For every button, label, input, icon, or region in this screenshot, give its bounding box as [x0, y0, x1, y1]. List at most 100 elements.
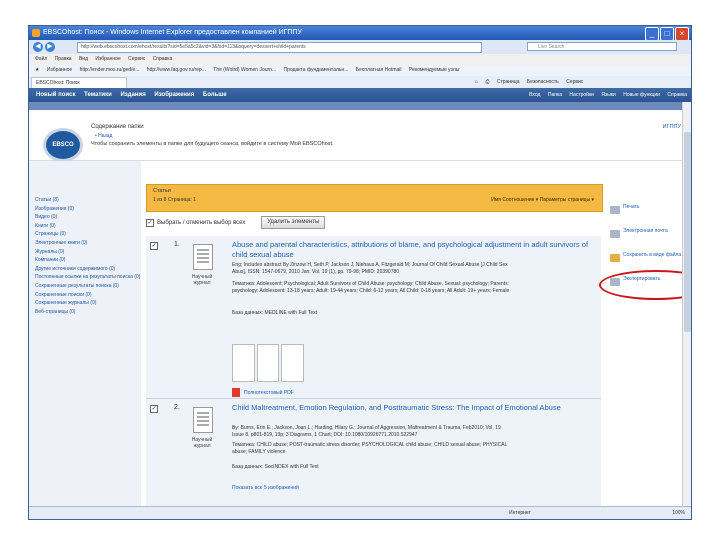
browser-window: EBSCOhost: Поиск - Windows Internet Expl… — [28, 25, 692, 520]
result-record: ✓ 1. Научный журнал Abuse and parental c… — [146, 236, 601, 398]
left-item[interactable]: Сохраненные результаты поиска (0) — [35, 283, 141, 289]
forward-icon[interactable]: ▶ — [45, 42, 55, 52]
menu-favorites[interactable]: Избранное — [95, 56, 120, 62]
back-icon[interactable]: ◀ — [33, 42, 43, 52]
record-subjects: Тематика: CHILD abuse; POST-traumatic st… — [232, 442, 508, 448]
results-range: 1 из 8 Страница: 1 — [153, 197, 197, 203]
fav-item[interactable]: http://ender.mos.ru/ged/e... — [80, 67, 140, 73]
email-tool[interactable]: Электронная почта — [607, 228, 691, 252]
cmd-page[interactable]: Страница — [497, 79, 520, 85]
left-item[interactable]: Журналы (0) — [35, 249, 141, 255]
favorites-bar: ★ Избранное http://ender.mos.ru/ged/e...… — [29, 65, 691, 76]
url-field[interactable]: http://web.ebscohost.com/ehost/results?s… — [77, 42, 482, 53]
menu-file[interactable]: Файл — [35, 56, 47, 62]
left-item[interactable]: Сохраненные журналы (0) — [35, 300, 141, 306]
print-icon[interactable]: ⎙ — [485, 79, 489, 85]
fav-item[interactable]: Продакта фундаментальн... — [284, 67, 349, 73]
journal-icon[interactable] — [193, 407, 213, 433]
back-link[interactable]: • Назад — [95, 133, 112, 139]
left-item[interactable]: Страницы (0) — [35, 231, 141, 237]
pdf-icon — [232, 388, 240, 397]
nav-more[interactable]: Больше — [203, 92, 227, 98]
pdf-link[interactable]: Полнотекстовый PDF — [232, 388, 294, 397]
menu-bar: Файл Правка Вид Избранное Сервис Справка — [29, 54, 691, 65]
favorites-star-icon[interactable]: ★ — [35, 67, 39, 73]
save-icon — [610, 254, 620, 262]
zoom-level[interactable]: 100% — [672, 507, 685, 519]
fav-item[interactable]: The (Wolrd) Women Journ... — [213, 67, 276, 73]
print-tool[interactable]: Печать — [607, 204, 691, 228]
record-title[interactable]: Child Maltreatment, Emotion Regulation, … — [232, 403, 592, 413]
menu-edit[interactable]: Правка — [55, 56, 72, 62]
nav-publications[interactable]: Издания — [120, 92, 145, 98]
tab-bar: EBSCOhost: Поиск ⌂ ⎙ Страница Безопаснос… — [29, 76, 691, 89]
institution-label: ИГППУ — [662, 124, 681, 130]
left-item[interactable]: Статьи (8) — [35, 197, 141, 203]
page-title: Содержание папки — [91, 124, 144, 130]
remove-items-button[interactable]: Удалить элементы — [261, 216, 326, 229]
mail-icon — [610, 230, 620, 238]
zone-label: Интернет — [509, 510, 531, 516]
sub-nav — [29, 102, 691, 110]
nav-new-search[interactable]: Новый поиск — [36, 92, 75, 98]
record-number: 1. — [174, 241, 180, 248]
close-button[interactable]: × — [675, 27, 689, 41]
left-item[interactable]: Электронные книги (0) — [35, 240, 141, 246]
record-database: База данных: MEDLINE with Full Text — [232, 310, 317, 316]
scroll-thumb[interactable] — [684, 132, 691, 332]
left-panel: Статьи (8) Изображения (0) Видео (0) Кни… — [29, 161, 141, 506]
select-bar: ✓ Выбрать / отменить выбор всех Удалить э… — [146, 216, 326, 230]
menu-tools[interactable]: Сервис — [128, 56, 145, 62]
nav-preferences[interactable]: Настройки — [569, 92, 594, 98]
menu-help[interactable]: Справка — [153, 56, 173, 62]
journal-icon[interactable] — [193, 244, 213, 270]
fav-item[interactable]: Избранное — [47, 67, 72, 73]
results-header: Статьи 1 из 8 Страница: 1 Имя Соотношени… — [146, 184, 603, 212]
select-all-label: Выбрать / отменить выбор всех — [157, 220, 246, 227]
ie-icon — [32, 29, 40, 37]
ebsco-logo: EBSCO — [43, 128, 83, 162]
nav-images[interactable]: Изображения — [154, 92, 194, 98]
maximize-button[interactable]: □ — [660, 27, 674, 41]
record-citation: Issue 8, p801-819, 19p; 3 Diagrams, 1 Ch… — [232, 432, 418, 438]
menu-view[interactable]: Вид — [79, 56, 88, 62]
left-item[interactable]: Видео (0) — [35, 214, 141, 220]
show-images-link[interactable]: Показать все 5 изображений — [232, 485, 299, 491]
record-checkbox[interactable]: ✓ — [150, 405, 158, 413]
pub-type: Научный журнал — [191, 437, 213, 449]
right-panel: Печать Электронная почта Сохранить в вид… — [607, 184, 691, 506]
pub-type: Научный журнал — [191, 274, 213, 286]
record-title[interactable]: Abuse and parental characteristics, attr… — [232, 240, 592, 260]
left-item[interactable]: Сохраненные поиски (0) — [35, 292, 141, 298]
result-record: ✓ 2. Научный журнал Child Maltreatment, … — [146, 398, 601, 507]
cmd-security[interactable]: Безопасность — [527, 79, 559, 85]
title-bar: EBSCOhost: Поиск - Windows Internet Expl… — [29, 26, 691, 41]
image-thumbnails[interactable] — [232, 344, 305, 382]
nav-help[interactable]: Справка — [667, 92, 687, 98]
fav-item[interactable]: Бесплатная Hotmail — [356, 67, 402, 73]
status-bar: Интернет 100% — [29, 506, 691, 519]
left-item[interactable]: Компании (0) — [35, 257, 141, 263]
nav-subjects[interactable]: Тематики — [84, 92, 112, 98]
select-all-checkbox[interactable]: ✓ — [146, 218, 154, 227]
sort-options[interactable]: Имя Соотношение ▾ Параметры страницы ▾ — [491, 197, 594, 203]
left-item[interactable]: Другие источники содержимого (0) — [35, 266, 141, 272]
left-item[interactable]: Изображения (0) — [35, 206, 141, 212]
vertical-scrollbar[interactable] — [682, 102, 691, 506]
nav-languages[interactable]: Языки — [601, 92, 615, 98]
nav-new-features[interactable]: Новые функции — [623, 92, 660, 98]
left-item[interactable]: Книги (0) — [35, 223, 141, 229]
nav-signin[interactable]: Вход — [529, 92, 540, 98]
record-checkbox[interactable]: ✓ — [150, 242, 158, 250]
signin-hint: Чтобы сохранить элементы в папке для буд… — [91, 141, 334, 147]
fav-item[interactable]: Рекомендуемые узлы — [409, 67, 460, 73]
page-header: EBSCO Содержание папки • Назад Чтобы сох… — [29, 110, 691, 162]
nav-folder[interactable]: Папка — [548, 92, 562, 98]
home-icon[interactable]: ⌂ — [475, 79, 478, 85]
minimize-button[interactable]: _ — [645, 27, 659, 41]
left-item[interactable]: Постоянные ссылки на результаты поиска (… — [35, 274, 141, 280]
left-item[interactable]: Веб-страницы (0) — [35, 309, 141, 315]
cmd-tools[interactable]: Сервис — [566, 79, 583, 85]
fav-item[interactable]: http://www.faq.gov.ru/rep... — [147, 67, 206, 73]
search-input[interactable]: Live Search — [527, 42, 677, 51]
